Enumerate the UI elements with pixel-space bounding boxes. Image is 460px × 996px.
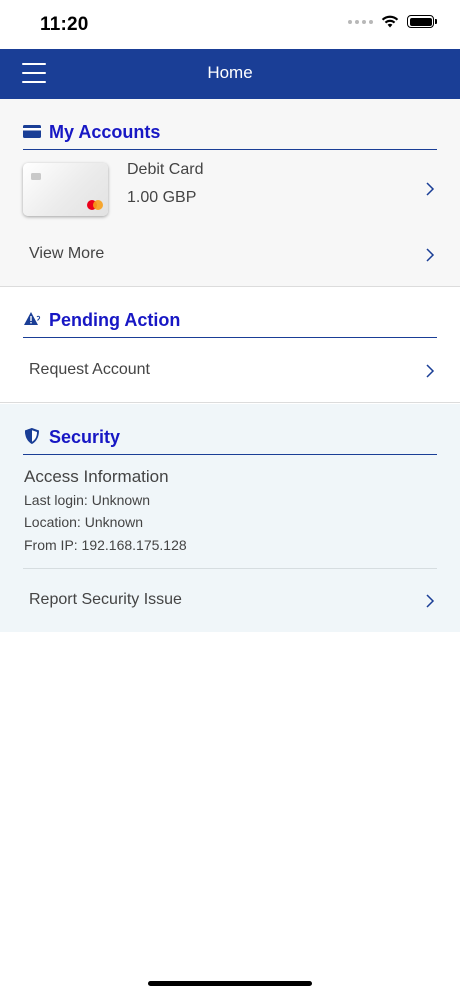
cellular-signal-icon	[348, 19, 373, 24]
my-accounts-title: My Accounts	[49, 122, 161, 142]
mastercard-logo-icon	[87, 200, 103, 210]
pending-action-title: Pending Action	[49, 310, 181, 330]
security-header: Security	[23, 426, 437, 455]
wifi-icon	[381, 15, 399, 28]
card-chip-icon	[31, 173, 41, 180]
navigation-bar: Home	[0, 49, 460, 99]
request-account-link[interactable]: Request Account	[29, 361, 150, 379]
warning-triangle-icon	[23, 309, 41, 329]
pending-action-header: Pending Action	[23, 309, 437, 338]
home-indicator[interactable]	[148, 981, 312, 986]
last-login-text: Last login: Unknown	[24, 492, 151, 508]
my-accounts-section: My Accounts Debit Card 1.00 GBP View Mor…	[0, 99, 460, 287]
report-security-issue-link[interactable]: Report Security Issue	[29, 591, 182, 609]
status-bar: 11:20	[0, 0, 460, 50]
pending-action-section: Pending Action Request Account	[0, 288, 460, 403]
account-card-balance: 1.00 GBP	[127, 189, 197, 206]
credit-card-icon	[23, 121, 41, 141]
status-icons	[348, 15, 437, 28]
security-title: Security	[49, 427, 121, 447]
location-text: Location: Unknown	[24, 514, 144, 530]
divider	[23, 568, 437, 569]
battery-icon	[407, 15, 437, 28]
debit-card-image[interactable]	[23, 163, 108, 216]
from-ip-text: From IP: 192.168.175.128	[24, 537, 187, 553]
status-time: 11:20	[40, 14, 89, 35]
chevron-right-icon[interactable]	[424, 248, 436, 262]
chevron-right-icon[interactable]	[424, 594, 436, 608]
view-more-link[interactable]: View More	[29, 245, 104, 263]
account-card-name[interactable]: Debit Card	[127, 161, 203, 179]
security-section: Security Access Information Last login: …	[0, 404, 460, 632]
my-accounts-header: My Accounts	[23, 121, 437, 150]
chevron-right-icon[interactable]	[424, 364, 436, 378]
access-information-heading: Access Information	[24, 467, 169, 486]
shield-icon	[23, 426, 41, 446]
page-title: Home	[207, 63, 253, 82]
chevron-right-icon[interactable]	[424, 182, 436, 196]
